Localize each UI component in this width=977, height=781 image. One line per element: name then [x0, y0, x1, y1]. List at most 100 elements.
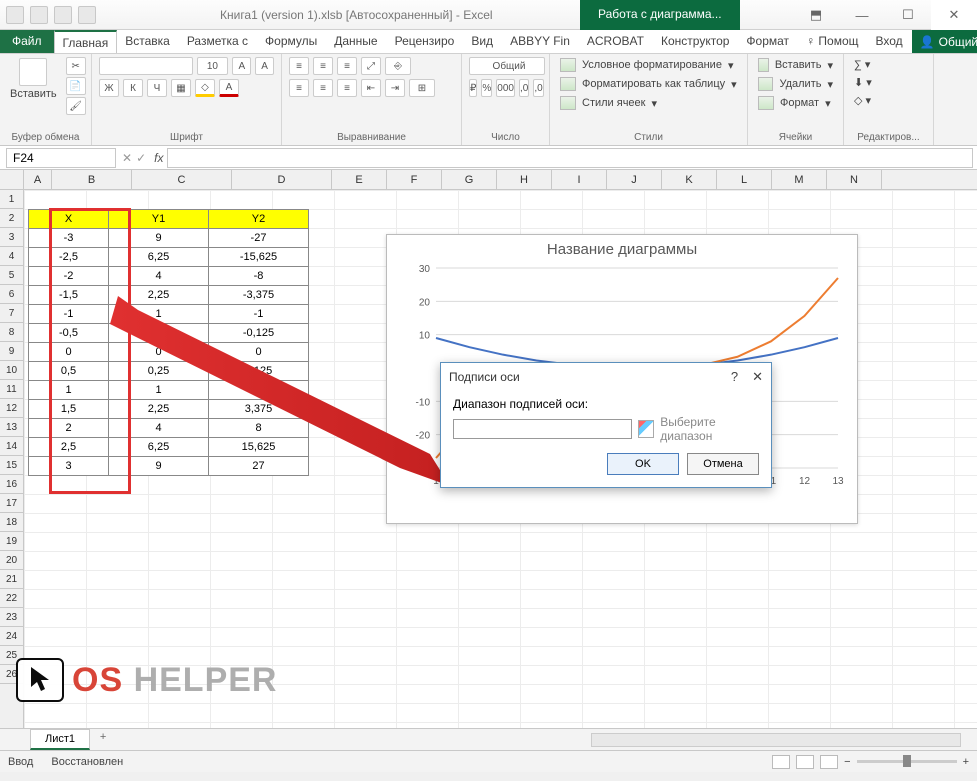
row-header-19[interactable]: 19 — [0, 532, 23, 551]
cell-styles-button[interactable]: Стили ячеек ▾ — [556, 94, 741, 112]
tab-рецензиро[interactable]: Рецензиро — [387, 30, 464, 53]
bold-icon[interactable]: Ж — [99, 79, 119, 97]
tab-acrobat[interactable]: ACROBAT — [579, 30, 653, 53]
align-top-icon[interactable]: ≡ — [289, 57, 309, 75]
tab-вид[interactable]: Вид — [463, 30, 502, 53]
ribbon-options-icon[interactable]: ⬒ — [793, 0, 839, 30]
row-header-3[interactable]: 3 — [0, 228, 23, 247]
zoom-slider[interactable] — [857, 760, 957, 763]
sign-in[interactable]: Вход — [868, 30, 912, 53]
row-header-1[interactable]: 1 — [0, 190, 23, 209]
col-header-A[interactable]: A — [24, 170, 52, 189]
col-header-I[interactable]: I — [552, 170, 607, 189]
tab-данные[interactable]: Данные — [326, 30, 386, 53]
chart-tools-tab[interactable]: Работа с диаграмма... — [580, 0, 740, 30]
align-right-icon[interactable]: ≡ — [337, 79, 357, 97]
redo-icon[interactable] — [54, 6, 72, 24]
dialog-help-icon[interactable]: ? — [731, 369, 738, 385]
font-color-icon[interactable]: A — [219, 79, 239, 97]
row-header-23[interactable]: 23 — [0, 608, 23, 627]
paste-button[interactable]: Вставить — [6, 56, 61, 131]
undo-icon[interactable] — [30, 6, 48, 24]
select-all-corner[interactable] — [0, 170, 24, 189]
copy-icon[interactable]: 📄 — [66, 77, 86, 95]
currency-icon[interactable]: ₽ — [469, 79, 477, 97]
format-as-table-button[interactable]: Форматировать как таблицу ▾ — [556, 75, 741, 93]
col-header-C[interactable]: C — [132, 170, 232, 189]
row-header-12[interactable]: 12 — [0, 399, 23, 418]
italic-icon[interactable]: К — [123, 79, 143, 97]
tell-me[interactable]: ♀ Помощ — [798, 30, 867, 53]
tab-вставка[interactable]: Вставка — [117, 30, 179, 53]
row-header-8[interactable]: 8 — [0, 323, 23, 342]
clear-button[interactable]: ◇ ▾ — [850, 92, 927, 109]
row-header-24[interactable]: 24 — [0, 627, 23, 646]
orientation-icon[interactable]: ⤢ — [361, 57, 381, 75]
tab-формулы[interactable]: Формулы — [257, 30, 326, 53]
row-header-6[interactable]: 6 — [0, 285, 23, 304]
row-header-21[interactable]: 21 — [0, 570, 23, 589]
enter-formula-icon[interactable]: ✓ — [136, 151, 146, 165]
col-header-F[interactable]: F — [387, 170, 442, 189]
wrap-text-icon[interactable]: ⎆ — [385, 57, 411, 75]
row-header-18[interactable]: 18 — [0, 513, 23, 532]
row-header-2[interactable]: 2 — [0, 209, 23, 228]
row-header-11[interactable]: 11 — [0, 380, 23, 399]
cut-icon[interactable]: ✂ — [66, 57, 86, 75]
comma-icon[interactable]: 000 — [496, 79, 515, 97]
row-headers[interactable]: 1234567891011121314151617181920212223242… — [0, 190, 24, 728]
zoom-out-button[interactable]: − — [844, 756, 850, 768]
row-header-10[interactable]: 10 — [0, 361, 23, 380]
number-format-select[interactable]: Общий — [469, 57, 545, 75]
decrease-indent-icon[interactable]: ⇤ — [361, 79, 381, 97]
font-size-select[interactable]: 10 — [197, 57, 229, 75]
conditional-formatting-button[interactable]: Условное форматирование ▾ — [556, 56, 741, 74]
increase-decimal-icon[interactable]: ,0 — [519, 79, 529, 97]
row-header-15[interactable]: 15 — [0, 456, 23, 475]
tab-формат[interactable]: Формат — [738, 30, 798, 53]
percent-icon[interactable]: % — [481, 79, 492, 97]
view-break-icon[interactable] — [820, 755, 838, 769]
format-cells-button[interactable]: Формат ▾ — [754, 94, 837, 112]
row-header-14[interactable]: 14 — [0, 437, 23, 456]
tab-abbyy fin[interactable]: ABBYY Fin — [502, 30, 579, 53]
name-box[interactable] — [6, 148, 116, 168]
underline-icon[interactable]: Ч — [147, 79, 167, 97]
row-header-26[interactable]: 26 — [0, 665, 23, 684]
col-header-K[interactable]: K — [662, 170, 717, 189]
col-header-G[interactable]: G — [442, 170, 497, 189]
cancel-formula-icon[interactable]: ✕ — [122, 151, 132, 165]
delete-cells-button[interactable]: Удалить ▾ — [754, 75, 837, 93]
dialog-ok-button[interactable]: OK — [607, 453, 679, 475]
zoom-in-button[interactable]: + — [963, 756, 969, 768]
share-button[interactable]: 👤Общий доступ — [912, 30, 977, 53]
view-layout-icon[interactable] — [796, 755, 814, 769]
col-header-H[interactable]: H — [497, 170, 552, 189]
col-header-N[interactable]: N — [827, 170, 882, 189]
row-header-16[interactable]: 16 — [0, 475, 23, 494]
col-header-E[interactable]: E — [332, 170, 387, 189]
insert-cells-button[interactable]: Вставить ▾ — [754, 56, 837, 74]
tab-разметка с[interactable]: Разметка с — [179, 30, 257, 53]
align-bottom-icon[interactable]: ≡ — [337, 57, 357, 75]
decrease-font-icon[interactable]: A — [255, 57, 274, 75]
autosum-button[interactable]: ∑ ▾ — [850, 56, 927, 73]
dialog-cancel-button[interactable]: Отмена — [687, 453, 759, 475]
fill-color-icon[interactable]: ◇ — [195, 79, 215, 97]
border-icon[interactable]: ▦ — [171, 79, 191, 97]
merge-icon[interactable]: ⊞ — [409, 79, 435, 97]
row-header-7[interactable]: 7 — [0, 304, 23, 323]
increase-indent-icon[interactable]: ⇥ — [385, 79, 405, 97]
axis-range-input[interactable] — [453, 419, 632, 439]
row-header-22[interactable]: 22 — [0, 589, 23, 608]
align-center-icon[interactable]: ≡ — [313, 79, 333, 97]
fx-icon[interactable]: fx — [150, 151, 167, 165]
horizontal-scrollbar[interactable] — [591, 733, 961, 747]
row-header-13[interactable]: 13 — [0, 418, 23, 437]
font-family-select[interactable] — [99, 57, 193, 75]
column-headers[interactable]: ABCDEFGHIJKLMN — [0, 170, 977, 190]
row-header-25[interactable]: 25 — [0, 646, 23, 665]
minimize-button[interactable]: — — [839, 0, 885, 30]
format-painter-icon[interactable]: 🖌 — [66, 97, 86, 115]
add-sheet-button[interactable]: + — [92, 731, 114, 749]
